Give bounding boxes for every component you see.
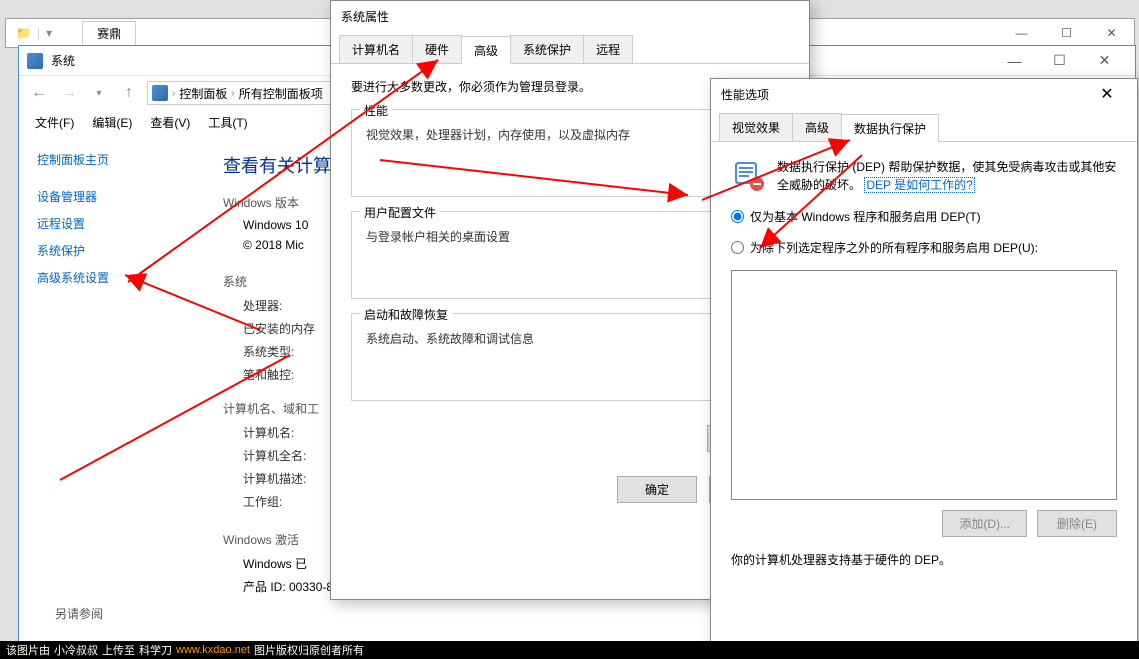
qat-item[interactable]: ▾ <box>46 26 52 40</box>
wm-author: 小冷叔叔 <box>54 642 98 658</box>
minimize-button[interactable]: — <box>999 19 1044 47</box>
up-button[interactable]: ↑ <box>117 81 141 105</box>
perfopts-titlebar: 性能选项 ✕ <box>711 79 1137 109</box>
performance-options-dialog: 性能选项 ✕ 视觉效果 高级 数据执行保护 数据执行保护 (DEP) 帮助保护数… <box>710 78 1138 658</box>
close-button[interactable]: ✕ <box>1082 47 1127 75</box>
add-button[interactable]: 添加(D)... <box>942 510 1027 537</box>
dep-radio-essential-input[interactable] <box>731 210 744 223</box>
dep-how-link[interactable]: DEP 是如何工作的? <box>864 177 974 193</box>
menu-view[interactable]: 查看(V) <box>142 111 198 134</box>
dep-radio-essential-label: 仅为基本 Windows 程序和服务启用 DEP(T) <box>750 208 981 225</box>
wm-t1: 该图片由 <box>6 642 50 658</box>
tab-advanced[interactable]: 高级 <box>461 36 511 64</box>
sidebar-remote[interactable]: 远程设置 <box>37 210 181 237</box>
tab-dep[interactable]: 数据执行保护 <box>841 114 939 142</box>
breadcrumb-sep: › <box>172 88 175 99</box>
explorer-tab[interactable]: 赛鼎 <box>82 21 136 45</box>
menu-file[interactable]: 文件(F) <box>27 111 82 134</box>
tab-computer-name[interactable]: 计算机名 <box>339 35 413 63</box>
sidebar-advsys[interactable]: 高级系统设置 <box>37 264 181 291</box>
wm-t3: 图片版权归原创者所有 <box>254 642 364 658</box>
minimize-button[interactable]: — <box>992 47 1037 75</box>
perfopts-tabbody: 数据执行保护 (DEP) 帮助保护数据，使其免受病毒攻击或其他安全威胁的破坏。 … <box>711 142 1137 584</box>
wm-url[interactable]: www.kxdao.net <box>176 644 250 656</box>
sysprops-titlebar: 系统属性 <box>331 1 809 31</box>
dep-radio-all[interactable]: 为除下列选定程序之外的所有程序和服务启用 DEP(U): <box>731 239 1117 256</box>
watermark-footer: 该图片由 小冷叔叔 上传至 科学刀 www.kxdao.net 图片版权归原创者… <box>0 641 1139 659</box>
sidebar-home[interactable]: 控制面板主页 <box>37 146 181 173</box>
wm-site: 科学刀 <box>139 642 172 658</box>
system-icon <box>27 53 43 69</box>
compname-key: 计算机名: <box>223 424 333 441</box>
performance-legend: 性能 <box>360 102 392 119</box>
system-sidebar: 控制面板主页 设备管理器 远程设置 系统保护 高级系统设置 <box>19 134 199 644</box>
qat-divider: | <box>37 26 40 40</box>
startup-legend: 启动和故障恢复 <box>360 306 452 323</box>
forward-button[interactable]: → <box>57 81 81 105</box>
ram-key: 已安装的内存 <box>223 320 333 337</box>
perfopts-title: 性能选项 <box>721 86 769 103</box>
maximize-button[interactable]: ☐ <box>1037 47 1082 75</box>
breadcrumb-sep: › <box>231 88 234 99</box>
menu-edit[interactable]: 编辑(E) <box>84 111 140 134</box>
ok-button[interactable]: 确定 <box>617 476 697 503</box>
maximize-button[interactable]: ☐ <box>1044 19 1089 47</box>
fullname-key: 计算机全名: <box>223 447 333 464</box>
dep-shield-icon <box>731 158 765 192</box>
wm-t2: 上传至 <box>102 642 135 658</box>
tab-remote[interactable]: 远程 <box>583 35 633 63</box>
breadcrumb-seg[interactable]: 控制面板 <box>179 85 227 102</box>
explorer-qat: 📁 | ▾ <box>6 26 62 40</box>
windows-edition-value: Windows 10 <box>223 218 308 232</box>
systype-key: 系统类型: <box>223 343 333 360</box>
tab-visual-effects[interactable]: 视觉效果 <box>719 113 793 141</box>
desc-key: 计算机描述: <box>223 470 333 487</box>
dep-radio-all-input[interactable] <box>731 241 744 254</box>
perfopts-tabs: 视觉效果 高级 数据执行保护 <box>711 109 1137 142</box>
sidebar-devmgr[interactable]: 设备管理器 <box>37 183 181 210</box>
dep-footer-text: 你的计算机处理器支持基于硬件的 DEP。 <box>731 551 1117 568</box>
processor-key: 处理器: <box>223 297 333 314</box>
dep-radio-essential[interactable]: 仅为基本 Windows 程序和服务启用 DEP(T) <box>731 208 1117 225</box>
controlpanel-icon <box>152 85 168 101</box>
close-button[interactable]: ✕ <box>1089 19 1134 47</box>
dep-exception-list[interactable] <box>731 270 1117 500</box>
activation-value: Windows 已 <box>223 555 307 572</box>
system-title: 系统 <box>51 52 75 69</box>
back-button[interactable]: ← <box>27 81 51 105</box>
dep-radio-all-label: 为除下列选定程序之外的所有程序和服务启用 DEP(U): <box>750 239 1038 256</box>
menu-tools[interactable]: 工具(T) <box>200 111 255 134</box>
sysprops-tabs: 计算机名 硬件 高级 系统保护 远程 <box>331 31 809 64</box>
tab-system-protection[interactable]: 系统保护 <box>510 35 584 63</box>
see-also-label: 另请参阅 <box>55 605 103 622</box>
dep-description: 数据执行保护 (DEP) 帮助保护数据，使其免受病毒攻击或其他安全威胁的破坏。 … <box>777 158 1117 194</box>
breadcrumb-seg[interactable]: 所有控制面板项 <box>239 85 323 102</box>
dropdown-history[interactable]: ▾ <box>87 81 111 105</box>
close-button[interactable]: ✕ <box>1087 80 1127 108</box>
sysprops-title: 系统属性 <box>341 8 389 25</box>
sidebar-sysprot[interactable]: 系统保护 <box>37 237 181 264</box>
remove-button[interactable]: 删除(E) <box>1037 510 1117 537</box>
folder-icon: 📁 <box>16 26 31 40</box>
tab-advanced[interactable]: 高级 <box>792 113 842 141</box>
workgroup-key: 工作组: <box>223 493 333 510</box>
pen-key: 笔和触控: <box>223 366 333 383</box>
tab-hardware[interactable]: 硬件 <box>412 35 462 63</box>
copyright: © 2018 Mic <box>223 238 304 252</box>
userprofile-legend: 用户配置文件 <box>360 204 440 221</box>
